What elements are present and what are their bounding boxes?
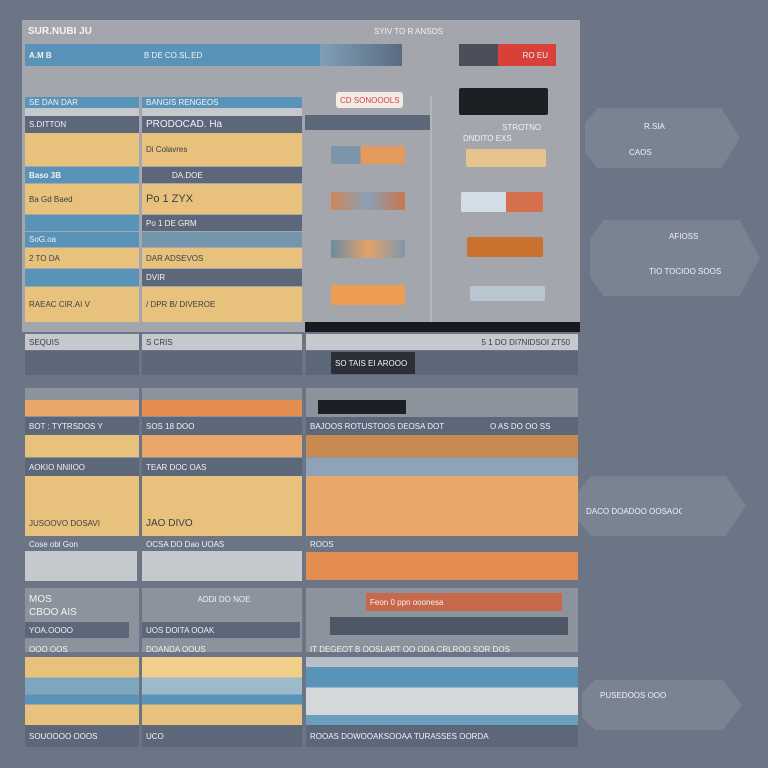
dark-label[interactable]: SO TAIS EI AROOO <box>331 352 415 374</box>
row-text: JUSOOVO DOSAVI <box>29 518 100 528</box>
section-header: S CRIS <box>142 334 302 350</box>
row-bar[interactable] <box>25 435 139 457</box>
row-label: IT DEGEOT B OOSLART OO ODA CRLROO SOR DO… <box>310 644 510 654</box>
col2-row[interactable]: DA.DOE <box>142 167 302 183</box>
card[interactable] <box>25 551 137 581</box>
image-card[interactable] <box>25 657 139 725</box>
col1-row[interactable]: SoG.oa <box>25 232 139 247</box>
image-card[interactable] <box>142 657 302 725</box>
search-bar[interactable] <box>305 115 431 130</box>
thumbnail[interactable] <box>467 237 543 257</box>
row-label: ROOS <box>310 539 334 549</box>
row-label[interactable]: TEAR DOC OAS <box>142 458 302 476</box>
col1-row[interactable]: Baso 3B <box>25 167 139 183</box>
tag-button[interactable]: CD SONOOOLS <box>336 92 403 108</box>
col1-row[interactable]: Ba Gd Baed <box>25 184 139 214</box>
side-panel-text: DACO DOADOO OOSAOOS <box>586 506 682 516</box>
thumbnail[interactable] <box>331 192 405 210</box>
col1-subheader <box>25 108 139 116</box>
thumbnail[interactable] <box>466 149 546 167</box>
row-label[interactable]: AOKIO NNIIOO <box>25 458 139 476</box>
thumbnail[interactable] <box>331 285 405 305</box>
thumbnail[interactable] <box>461 192 543 212</box>
thumbnail[interactable] <box>331 146 405 164</box>
row-label[interactable]: BOT : TYTRSDOS Y <box>25 417 139 435</box>
col1-row[interactable]: RAEAC CIR.AI V <box>25 287 139 322</box>
row-bar[interactable] <box>306 435 578 457</box>
toolbar-row <box>142 351 302 375</box>
col2-subheader <box>142 108 302 116</box>
panel-field[interactable]: UOS DOITA OOAK <box>142 622 300 638</box>
col2-row[interactable]: PRODOCAD. Ha <box>142 116 302 133</box>
row-text: JAO DIVO <box>146 517 193 529</box>
thumbnail[interactable] <box>470 286 545 301</box>
footer-row: UCO <box>142 725 302 747</box>
column-divider <box>430 96 432 322</box>
side-panel-text: PUSEDOOS OOO <box>600 690 667 700</box>
row-bar[interactable] <box>25 400 139 416</box>
panel-title: ADDI DO NOE <box>197 594 251 604</box>
header-subtitle: SYIV TO R ANSOS <box>374 26 444 36</box>
alert-banner[interactable]: Feon 0 ppn ooonesa <box>366 593 562 611</box>
dark-tooltip <box>318 400 406 414</box>
section-header: SEQUIS <box>25 334 139 350</box>
row-label[interactable]: BAJOOS ROTUSTOOS DEOSA DOT <box>306 417 486 435</box>
top-blue-bar-text[interactable]: B DE CO.SL.ED <box>140 44 320 66</box>
side-panel-text: CAOS <box>629 147 652 157</box>
row-bar[interactable] <box>142 400 302 416</box>
row-label[interactable]: O AS DO OO SS <box>486 417 578 435</box>
top-blue-bar[interactable]: A.M B <box>25 44 140 66</box>
col2-row[interactable]: DVIR <box>142 269 302 286</box>
col1-row[interactable] <box>25 133 139 166</box>
side-panel-title: R.SIA <box>644 121 665 131</box>
right-caption: DNDITO EXS <box>463 134 512 143</box>
col2-row[interactable] <box>142 232 302 247</box>
col1-row[interactable]: S.DITTON <box>25 116 139 133</box>
row-bar[interactable] <box>306 458 578 476</box>
row-bar[interactable] <box>306 476 578 536</box>
panel-title: MOS <box>29 593 52 605</box>
badge-button[interactable]: RO EU <box>459 44 556 66</box>
row-label: OCSA DO Dao UOAS <box>146 539 225 549</box>
col2-header: BANGIS RENGEOS <box>142 97 302 108</box>
footer-row: SOUOOOO OOOS <box>25 725 139 747</box>
card[interactable] <box>306 552 578 580</box>
top-thumbnail <box>320 44 402 66</box>
col1-header: SE DAN DAR <box>25 97 139 108</box>
right-label: STROTNO <box>502 123 542 132</box>
col1-row[interactable] <box>25 215 139 231</box>
toolbar-row <box>25 351 139 375</box>
col2-row[interactable]: DAR ADSEVOS <box>142 248 302 268</box>
dark-thumbnail[interactable] <box>459 88 548 115</box>
col2-row[interactable]: Po 1 ZYX <box>142 184 302 214</box>
row-label: DOANDA OOUS <box>146 644 206 654</box>
card[interactable] <box>142 551 302 581</box>
footer-row: ROOAS DOWOOAKSOOAA TURASSES OORDA <box>306 725 578 747</box>
panel-field[interactable] <box>330 617 568 635</box>
side-panel-text: TIO TOCIOO SOOS <box>649 266 722 276</box>
app-title: SUR.NUBI JU <box>28 25 92 37</box>
side-panel[interactable] <box>585 108 740 168</box>
panel-title: CBOO AIS <box>29 606 77 618</box>
section-header: 5 1 DO DI7NIDSOI ZT50 <box>306 334 578 350</box>
col1-row[interactable] <box>25 269 139 286</box>
col2-row[interactable]: Po 1 DE GRM <box>142 215 302 231</box>
row-bar[interactable] <box>142 435 302 457</box>
thumbnail[interactable] <box>331 240 405 258</box>
row-label[interactable]: SOS 18 DOO <box>142 417 302 435</box>
row-label: OOO OOS <box>29 644 68 654</box>
col2-row[interactable]: Di Colavres <box>142 133 302 166</box>
side-panel-title: AFIOSS <box>669 231 699 241</box>
divider-bar <box>305 322 580 332</box>
col1-row[interactable]: 2 TO DA <box>25 248 139 268</box>
col2-row[interactable]: / DPR B/ DIVEROE <box>142 287 302 322</box>
image-card[interactable] <box>306 657 578 725</box>
row-label: Cose obl Gon <box>29 539 78 549</box>
panel-field[interactable]: YOA.OOOO <box>25 622 129 638</box>
